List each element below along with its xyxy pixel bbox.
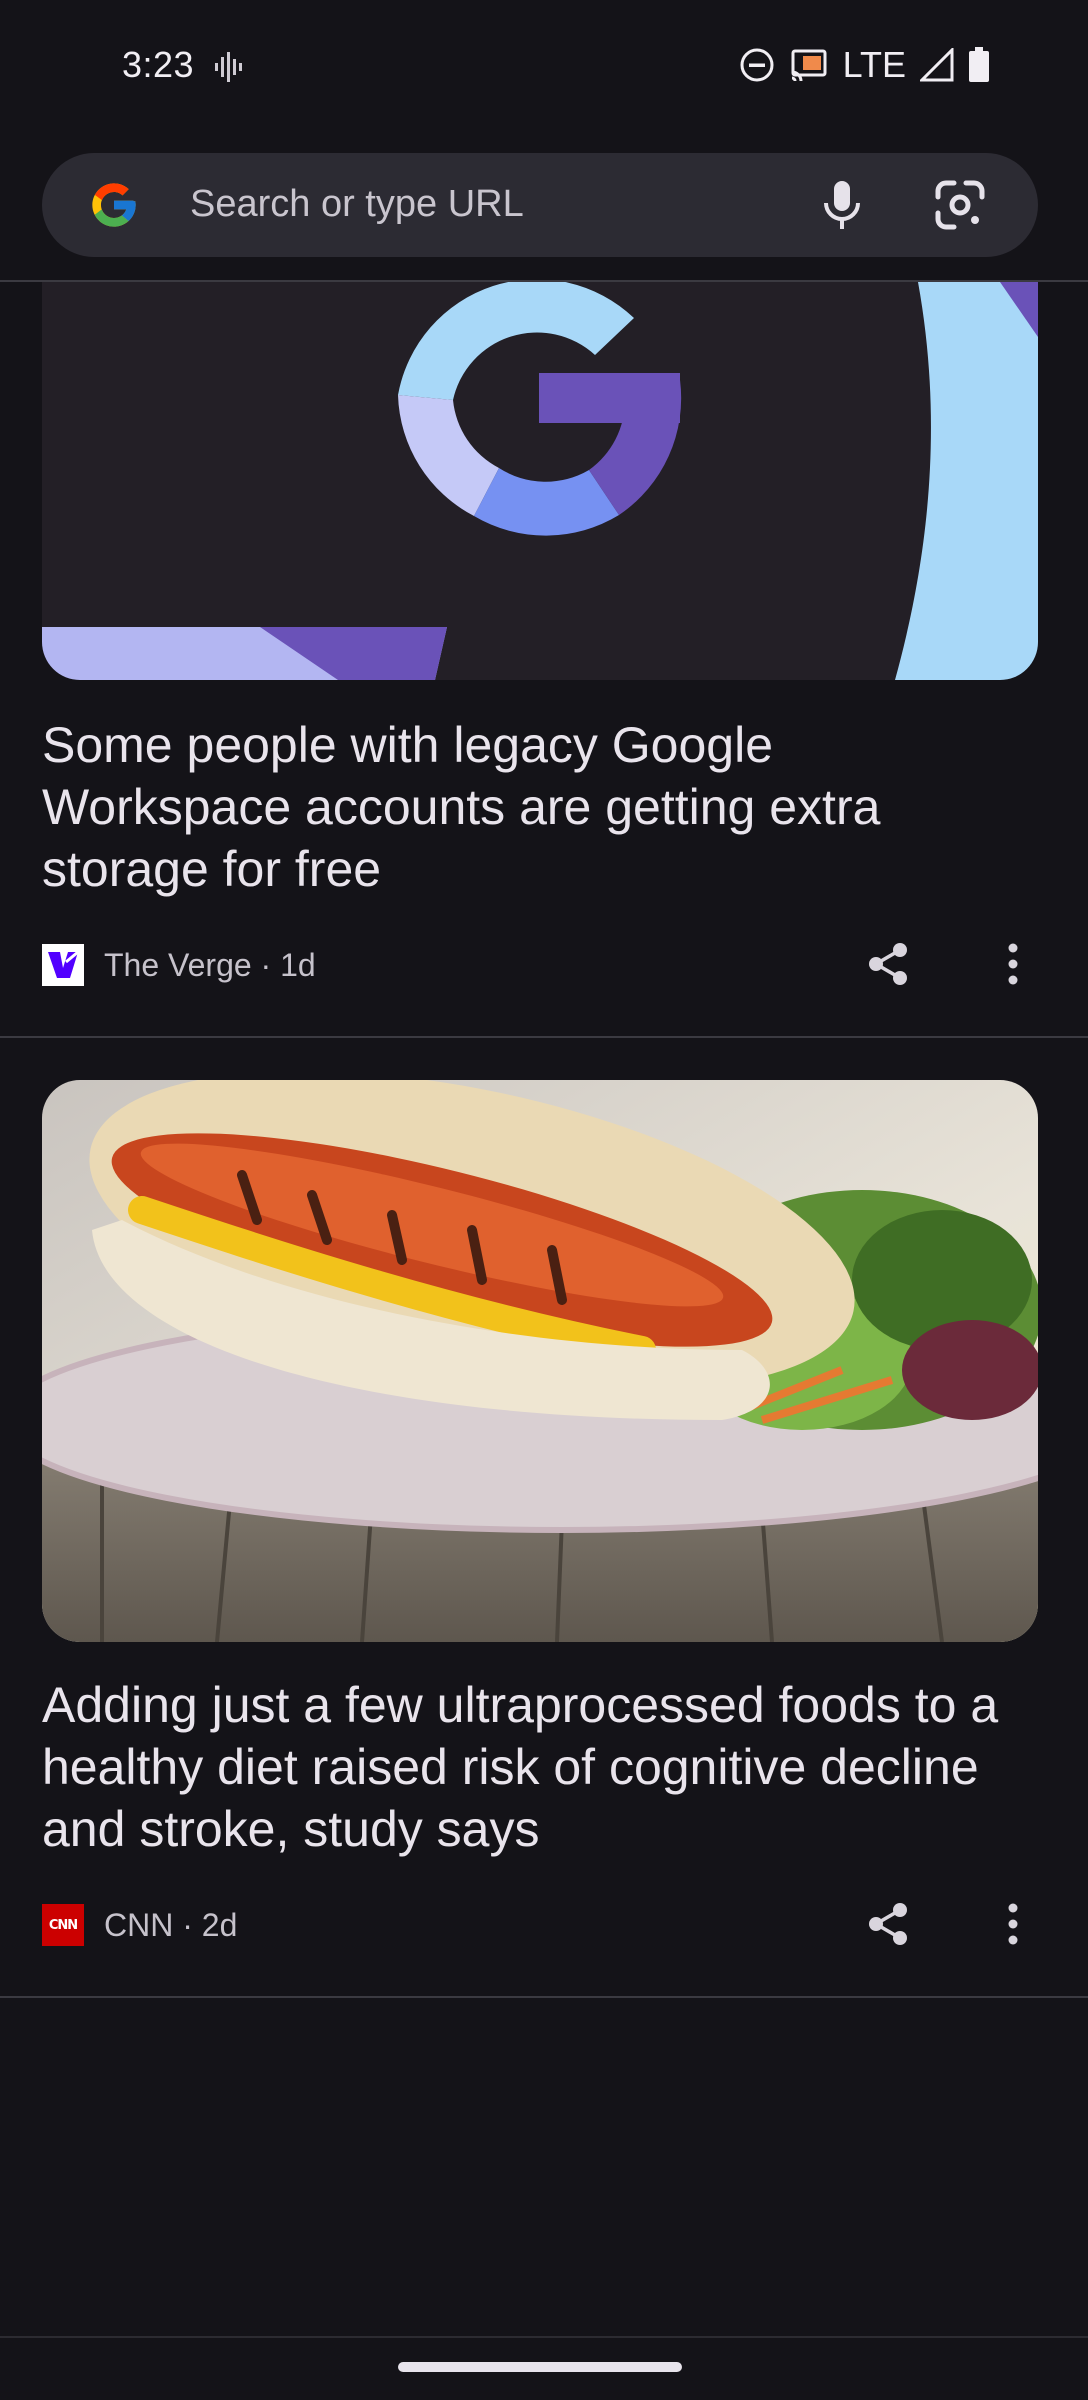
battery-icon bbox=[969, 47, 989, 82]
more-options-icon[interactable] bbox=[998, 940, 1028, 988]
article-image[interactable] bbox=[42, 282, 1038, 680]
status-time: 3:23 bbox=[122, 44, 195, 85]
status-icons: LTE bbox=[739, 44, 990, 86]
home-gesture-handle[interactable] bbox=[398, 2362, 682, 2372]
nav-bar-divider bbox=[0, 2336, 1088, 2338]
share-icon[interactable] bbox=[864, 1900, 912, 1948]
signal-icon bbox=[920, 48, 954, 82]
google-g-illustration bbox=[42, 282, 1038, 680]
article-meta: The Verge · 1d bbox=[42, 944, 316, 986]
the-verge-logo-icon bbox=[42, 944, 84, 986]
cast-icon bbox=[791, 49, 827, 82]
status-bar: 3:23 LTE bbox=[0, 0, 1088, 135]
article-meta: CNN CNN · 2d bbox=[42, 1904, 237, 1946]
search-bar[interactable]: Search or type URL bbox=[42, 153, 1038, 257]
google-logo-icon bbox=[92, 183, 136, 227]
card-divider bbox=[0, 1996, 1088, 1998]
network-label: LTE bbox=[842, 44, 906, 85]
cnn-logo-icon: CNN bbox=[42, 1904, 84, 1946]
news-card[interactable]: Some people with legacy Google Workspace… bbox=[0, 282, 1088, 1036]
article-title[interactable]: Adding just a few ultraprocessed foods t… bbox=[42, 1674, 1002, 1860]
article-source: CNN · 2d bbox=[104, 1906, 238, 1943]
article-image[interactable] bbox=[42, 1080, 1038, 1642]
more-options-icon[interactable] bbox=[998, 1900, 1028, 1948]
article-title[interactable]: Some people with legacy Google Workspace… bbox=[42, 714, 1002, 900]
article-source: The Verge · 1d bbox=[104, 946, 316, 983]
news-card[interactable]: Adding just a few ultraprocessed foods t… bbox=[0, 1038, 1088, 1998]
google-lens-icon[interactable] bbox=[932, 177, 988, 233]
audio-wave-icon bbox=[215, 52, 242, 82]
hot-dog-photo bbox=[42, 1080, 1038, 1642]
search-input[interactable]: Search or type URL bbox=[190, 183, 524, 226]
share-icon[interactable] bbox=[864, 940, 912, 988]
do-not-disturb-icon bbox=[740, 48, 774, 82]
microphone-icon[interactable] bbox=[812, 175, 872, 235]
